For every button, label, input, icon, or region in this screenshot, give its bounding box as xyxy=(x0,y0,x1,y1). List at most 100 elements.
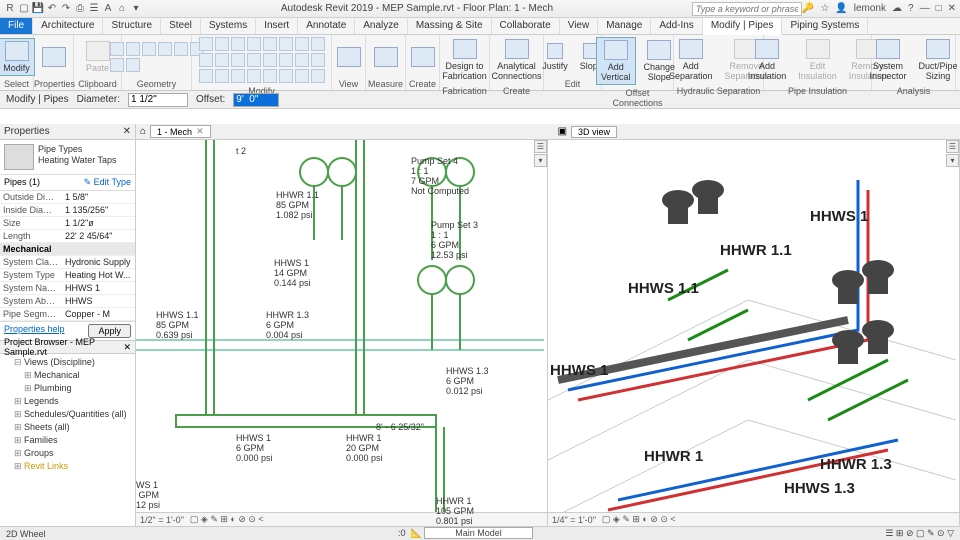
tree-node[interactable]: Plumbing xyxy=(14,382,131,395)
add-separation-button[interactable]: Add Separation xyxy=(665,37,717,83)
scale-3d[interactable]: 1/4" = 1'-0" xyxy=(552,515,596,525)
tree-node[interactable]: Views (Discipline) xyxy=(4,356,131,369)
properties-help-link[interactable]: Properties help xyxy=(4,324,65,338)
tab-architecture[interactable]: Architecture xyxy=(33,18,103,34)
open-icon[interactable]: ▢ xyxy=(18,3,30,15)
minimize-icon[interactable]: — xyxy=(920,3,930,14)
property-row[interactable]: System TypeHeating Hot W... xyxy=(0,269,135,282)
close-icon[interactable]: ✕ xyxy=(123,126,131,137)
measure-button[interactable] xyxy=(370,45,402,69)
tab-modify-pipes[interactable]: Modify | Pipes xyxy=(703,18,783,35)
signin-icon[interactable]: 👤 xyxy=(835,3,847,14)
add-vertical-button[interactable]: Add Vertical xyxy=(596,37,636,85)
close-icon[interactable]: ✕ xyxy=(123,342,131,353)
home-icon[interactable]: ⌂ xyxy=(140,126,146,137)
cloud-icon[interactable]: ☁ xyxy=(892,3,902,14)
status-left[interactable]: 2D Wheel xyxy=(6,529,46,539)
tab-view[interactable]: View xyxy=(560,18,599,34)
properties-button[interactable] xyxy=(38,45,70,69)
viewbar-icons[interactable]: ▢ ◈ ✎ ⊞ ◐ ⊘ ⊙ < xyxy=(602,514,676,525)
scale-2d[interactable]: 1/2" = 1'-0" xyxy=(140,515,184,525)
tab-piping-systems[interactable]: Piping Systems xyxy=(782,18,868,34)
tree-node[interactable]: Families xyxy=(4,434,131,447)
status-icons[interactable]: ☰ ⊞ ⊘ ▢ ✎ ⊙ ▽ xyxy=(885,528,954,539)
tab-manage[interactable]: Manage xyxy=(598,18,651,34)
redo-icon[interactable]: ↷ xyxy=(60,3,72,15)
tree-node[interactable]: Groups xyxy=(4,447,131,460)
property-row[interactable]: System NameHHWS 1 xyxy=(0,282,135,295)
apply-button[interactable]: Apply xyxy=(88,324,131,338)
modify-button[interactable]: Modify xyxy=(0,38,35,76)
nav-icon[interactable]: ☰ xyxy=(946,140,959,153)
maximize-icon[interactable]: □ xyxy=(936,3,942,14)
help-icon[interactable]: ? xyxy=(908,3,914,14)
view-2d[interactable]: ☰▾ 1/2" = 1'-0" ▢ ◈ ✎ ⊞ ◐ ⊘ ⊙ < t 2HHWS … xyxy=(136,140,548,526)
tab-collaborate[interactable]: Collaborate xyxy=(492,18,560,34)
justify-button[interactable]: Justify xyxy=(538,41,572,73)
close-icon[interactable]: ✕ xyxy=(196,126,204,137)
filter-label[interactable]: Pipes (1) xyxy=(4,177,40,188)
3d-drawing xyxy=(548,140,956,526)
tab-massing[interactable]: Massing & Site xyxy=(408,18,492,34)
view-tab-3d[interactable]: 3D view xyxy=(571,126,617,138)
tab-file[interactable]: File xyxy=(0,18,33,34)
create-button[interactable] xyxy=(407,45,439,69)
nav-icon[interactable]: ▾ xyxy=(946,154,959,167)
tab-steel[interactable]: Steel xyxy=(161,18,201,34)
property-row[interactable]: Inside Diameter1 135/256" xyxy=(0,204,135,217)
cube-icon[interactable]: ▣ xyxy=(558,126,567,137)
tab-insert[interactable]: Insert xyxy=(256,18,298,34)
qat-icon[interactable]: ⌂ xyxy=(116,3,128,15)
property-row[interactable]: Size1 1/2"ø xyxy=(0,217,135,230)
viewbar-icons[interactable]: ▢ ◈ ✎ ⊞ ◐ ⊘ ⊙ < xyxy=(190,514,264,525)
system-inspector-button[interactable]: System Inspector xyxy=(865,37,910,83)
nav-icon[interactable]: ☰ xyxy=(534,140,547,153)
tab-systems[interactable]: Systems xyxy=(201,18,256,34)
view-tabs: ⌂ 1 - Mech✕ ▣ 3D view xyxy=(136,124,960,140)
duct-pipe-sizing-button[interactable]: Duct/Pipe Sizing xyxy=(915,37,960,83)
print-icon[interactable]: ⎙ xyxy=(74,3,86,15)
offset-input[interactable] xyxy=(233,93,279,107)
modify-tools[interactable] xyxy=(199,37,325,83)
tab-annotate[interactable]: Annotate xyxy=(298,18,355,34)
tree-node[interactable]: Legends xyxy=(4,395,131,408)
tree-node[interactable]: Sheets (all) xyxy=(4,421,131,434)
property-row[interactable]: Length22' 2 45/64" xyxy=(0,230,135,243)
tab-structure[interactable]: Structure xyxy=(103,18,161,34)
view-tab-2d[interactable]: 1 - Mech✕ xyxy=(150,125,211,138)
tab-analyze[interactable]: Analyze xyxy=(355,18,408,34)
add-insulation-button[interactable]: Add Insulation xyxy=(744,37,791,83)
view-3d[interactable]: ☰▾ 1/4" = 1'-0" ▢ ◈ ✎ ⊞ ◐ ⊘ ⊙ < HHWS 1HH… xyxy=(548,140,960,526)
pipe-label: HHWS 1.3 6 GPM 0.012 psi xyxy=(446,366,489,396)
project-browser-tree[interactable]: Views (Discipline)MechanicalPlumbingLege… xyxy=(0,354,135,475)
design-to-fab-button[interactable]: Design to Fabrication xyxy=(438,37,491,83)
worksharing-model[interactable]: Main Model xyxy=(424,527,533,539)
app-icon[interactable]: R xyxy=(4,3,16,15)
close-icon[interactable]: ✕ xyxy=(948,3,956,14)
qat-icon[interactable]: A xyxy=(102,3,114,15)
quick-access-toolbar: R ▢ 💾 ↶ ↷ ⎙ ☰ A ⌂ ▾ xyxy=(4,3,142,15)
save-icon[interactable]: 💾 xyxy=(32,3,44,15)
tab-addins[interactable]: Add-Ins xyxy=(651,18,702,34)
property-row[interactable]: System Classifi...Hydronic Supply xyxy=(0,256,135,269)
search-input[interactable] xyxy=(692,2,802,16)
measure-icon[interactable]: ☰ xyxy=(88,3,100,15)
edit-type-button[interactable]: ✎ Edit Type xyxy=(84,177,131,188)
user-icon[interactable]: ☆ xyxy=(820,3,829,14)
undo-icon[interactable]: ↶ xyxy=(46,3,58,15)
type-selector[interactable]: Pipe TypesHeating Water Taps xyxy=(0,140,135,175)
infocenter-icon[interactable]: 🔑 xyxy=(802,3,814,14)
property-row[interactable]: Outside Diam...1 5/8" xyxy=(0,191,135,204)
qat-dropdown-icon[interactable]: ▾ xyxy=(130,3,142,15)
tree-node[interactable]: Schedules/Quantities (all) xyxy=(4,408,131,421)
diameter-input[interactable] xyxy=(128,93,188,107)
geometry-tools[interactable] xyxy=(110,42,204,72)
tree-node[interactable]: Mechanical xyxy=(14,369,131,382)
analytical-conn-button[interactable]: Analytical Connections xyxy=(487,37,545,83)
tree-node[interactable]: Revit Links xyxy=(4,460,131,473)
edit-insulation-button[interactable]: Edit Insulation xyxy=(794,37,841,83)
property-row[interactable]: System Abbre...HHWS xyxy=(0,295,135,308)
nav-icon[interactable]: ▾ xyxy=(534,154,547,167)
property-row[interactable]: Pipe SegmentCopper - M xyxy=(0,308,135,321)
view-button[interactable] xyxy=(333,45,365,69)
